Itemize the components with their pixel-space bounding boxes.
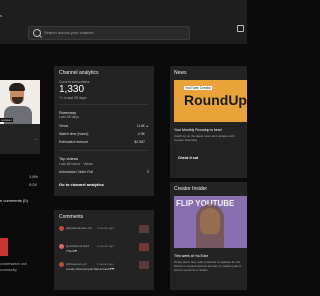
comment-author: @kyleandmaria-cfq — [66, 226, 92, 230]
top-videos-title: Top videos — [59, 156, 79, 161]
top-left-text: s — [0, 13, 2, 18]
chevron-up-icon: ⌃ — [34, 138, 38, 143]
comment-video-thumb — [139, 225, 149, 233]
subscribers-value: 1,330 — [59, 84, 85, 95]
comment-item[interactable]: @kyleandmaria-cfq 2 weeks ago — [59, 225, 149, 238]
row-value: 4.3K — [137, 132, 145, 136]
check-it-out-button[interactable]: Check it out — [178, 156, 198, 160]
comments-card: Comments @kyleandmaria-cfq 2 weeks ago @… — [54, 210, 154, 290]
top-video-row[interactable]: Information Video Full 0 — [59, 170, 149, 174]
avatar — [59, 262, 64, 267]
comment-video-thumb — [139, 261, 149, 269]
go-to-analytics-button[interactable]: Go to channel analytics — [59, 182, 104, 187]
row-value: 0 — [147, 170, 149, 174]
summary-row-watch-time: Watch time (hours) 4.3K — [59, 132, 149, 136]
news-title: News — [174, 70, 187, 76]
presenter-hair — [196, 204, 224, 248]
row-label: Information Video Full — [59, 170, 93, 174]
comment-item[interactable]: @JoMeFeel1234 2 weeks ago Thank❤ — [59, 243, 149, 256]
insider-title: Creator Insider — [174, 186, 208, 192]
news-card: News YouTube Creator RoundUp Your Monthl… — [170, 66, 247, 178]
row-value: 1L4K — [136, 124, 145, 128]
comment-video-thumb — [139, 243, 149, 251]
search-icon — [33, 29, 41, 37]
week-description: Today we're here with a handful of updat… — [174, 260, 242, 272]
analytics-title: Channel analytics — [59, 70, 99, 76]
row-label: Estimated revenue — [59, 140, 89, 144]
left-red-graphic — [0, 238, 8, 256]
comment-time: 2 weeks ago — [97, 244, 114, 248]
comment-text: Thank❤ — [66, 249, 77, 253]
news-headline: Your Monthly Roundup is here! — [174, 128, 222, 132]
search-placeholder: Search across your channel — [44, 30, 94, 35]
comment-item[interactable]: @chaserarn-y4 2 weeks ago Lovely show bu… — [59, 261, 149, 274]
person-hair — [9, 83, 25, 91]
news-description: Catch up on the latest news and updates … — [174, 134, 235, 142]
row-label: Views — [59, 124, 69, 128]
divider — [59, 150, 149, 151]
summary-subtitle: Last 28 days — [59, 115, 79, 119]
comment-time: 2 weeks ago — [97, 226, 114, 230]
comment-text: Lovely show but just bad actress❤❤ — [66, 267, 115, 271]
comments-count: e comments (0) — [0, 198, 28, 203]
avatar — [59, 244, 64, 249]
create-icon[interactable] — [237, 25, 244, 32]
left-row-value-2: 0:04 — [29, 182, 37, 187]
subscribers-delta: +1 in last 28 days — [59, 96, 87, 100]
comments-title: Comments — [59, 214, 84, 220]
left-row-value-1: 1.8% — [29, 174, 39, 179]
left-bottom-line-1: conversation and — [0, 262, 27, 266]
trend-up-icon: ▲ — [145, 124, 149, 128]
summary-row-revenue: Estimated revenue $2,987 — [59, 140, 149, 144]
creator-insider-card: Creator Insider FLIP YOUTUBE This week a… — [170, 182, 247, 290]
comment-author: @JoMeFeel1234 — [66, 244, 89, 248]
search-input[interactable]: Search across your channel — [28, 26, 190, 40]
row-value: $2,987 — [134, 140, 145, 144]
banner-small-text: YouTube Creator — [184, 86, 213, 90]
row-label: Watch time (hours) — [59, 132, 89, 136]
comment-author: @chaserarn-y4 — [66, 262, 87, 266]
top-bar: s Search across your channel — [0, 0, 247, 44]
top-videos-subtitle: Last 48 hours · Views — [59, 162, 93, 166]
insider-thumbnail[interactable]: FLIP YOUTUBE — [174, 196, 247, 248]
channel-analytics-card: Channel analytics Current subscribers 1,… — [54, 66, 154, 196]
roundup-banner[interactable]: YouTube Creator RoundUp — [174, 80, 247, 122]
banner-big-text: RoundUp — [184, 92, 247, 108]
summary-row-views: Views 1L4K ▲ — [59, 124, 149, 128]
divider — [59, 104, 149, 105]
week-title: This week at YouTube — [174, 254, 209, 258]
avatar — [59, 226, 64, 231]
thumb-caption: updated — [0, 118, 13, 122]
left-bottom-line-2: community — [0, 268, 17, 272]
comment-time: 2 weeks ago — [97, 262, 114, 266]
